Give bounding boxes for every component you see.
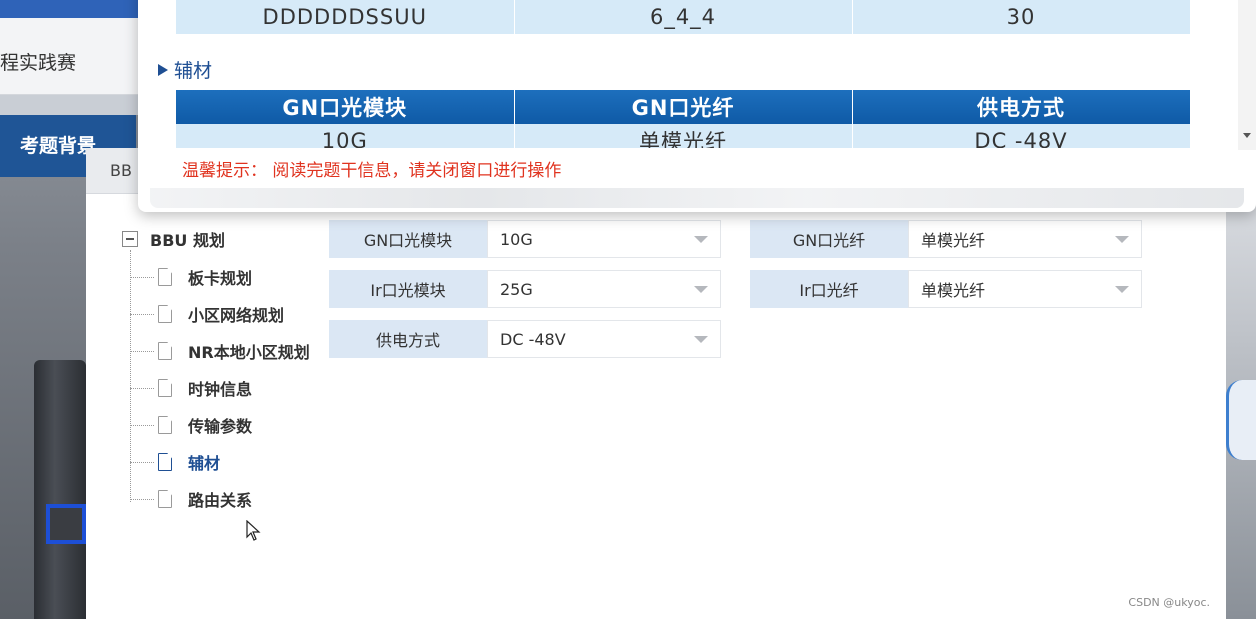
accessories-table: GN口光模块 GN口光纤 供电方式 10G 单模光纤 DC -48V bbox=[176, 90, 1191, 148]
table-cell: DC -48V bbox=[852, 124, 1191, 148]
tree-item-routing[interactable]: 路由关系 bbox=[130, 486, 252, 512]
power-supply-value: DC -48V bbox=[500, 329, 566, 349]
power-supply-label: 供电方式 bbox=[329, 320, 487, 358]
document-icon bbox=[158, 379, 172, 397]
tree-item-accessories[interactable]: 辅材 bbox=[130, 449, 220, 475]
tree-item-label: NR本地小区规划 bbox=[188, 343, 310, 362]
chevron-down-icon bbox=[694, 286, 708, 293]
tree-branch-line bbox=[130, 387, 154, 389]
tree-branch-line bbox=[130, 498, 154, 500]
document-icon bbox=[158, 453, 172, 471]
tree-branch-line bbox=[130, 276, 154, 278]
document-icon bbox=[158, 342, 172, 360]
info-table-previous: DDDDDDSSUU 6_4_4 30 bbox=[176, 0, 1191, 34]
tree-branch-line bbox=[130, 461, 154, 463]
section-title-label: 辅材 bbox=[174, 60, 213, 82]
tree-item-label: 板卡规划 bbox=[188, 269, 253, 288]
tree-item-label: 时钟信息 bbox=[188, 380, 253, 399]
tree-item-board-planning[interactable]: 板卡规划 bbox=[130, 264, 252, 290]
watermark: CSDN @ukyoc. bbox=[1128, 596, 1210, 609]
bbu-config-panel: BB BBU 规划 板卡规划 小区网络规划 NR本地小区规划 时钟信息 传输参数… bbox=[86, 148, 1226, 619]
tree-item-transport-params[interactable]: 传输参数 bbox=[130, 412, 252, 438]
gn-fiber-value: 单模光纤 bbox=[921, 231, 986, 250]
background-title: 程实践赛 bbox=[0, 52, 77, 74]
tree-root-label: BBU 规划 bbox=[150, 231, 225, 250]
gn-fiber-label: GN口光纤 bbox=[750, 220, 908, 258]
ir-module-label: Ir口光模块 bbox=[329, 270, 487, 308]
ir-module-select[interactable]: 25G bbox=[487, 270, 721, 308]
tree-branch-line bbox=[130, 424, 154, 426]
table-header-row: GN口光模块 GN口光纤 供电方式 bbox=[176, 90, 1191, 124]
table-cell: 6_4_4 bbox=[514, 0, 853, 34]
tree-root-bbu[interactable]: BBU 规划 bbox=[122, 228, 225, 250]
ir-fiber-select[interactable]: 单模光纤 bbox=[908, 270, 1142, 308]
tree-branch-line bbox=[130, 350, 154, 352]
highlighted-port-image bbox=[46, 504, 86, 544]
document-icon bbox=[158, 305, 172, 323]
popup-scrollbar[interactable] bbox=[1238, 0, 1256, 150]
popup-content: DDDDDDSSUU 6_4_4 30 辅材 GN口光模块 GN口光纤 供电方式… bbox=[138, 0, 1238, 148]
table-header: 供电方式 bbox=[852, 90, 1191, 124]
power-supply-select[interactable]: DC -48V bbox=[487, 320, 721, 358]
tree-item-label: 路由关系 bbox=[188, 491, 253, 510]
tree-item-nr-local-cell-planning[interactable]: NR本地小区规划 bbox=[130, 338, 310, 364]
scroll-down-icon[interactable] bbox=[1243, 133, 1251, 138]
background-band bbox=[0, 95, 140, 115]
table-cell: 单模光纤 bbox=[514, 124, 853, 148]
gn-fiber-row: GN口光纤 单模光纤 bbox=[750, 220, 1142, 258]
table-header: GN口光模块 bbox=[176, 90, 515, 124]
table-cell: 30 bbox=[852, 0, 1191, 34]
collapse-icon[interactable] bbox=[122, 231, 138, 247]
chevron-down-icon bbox=[1115, 286, 1129, 293]
gn-module-value: 10G bbox=[500, 229, 533, 249]
chevron-down-icon bbox=[1115, 236, 1129, 243]
tree-item-cell-network-planning[interactable]: 小区网络规划 bbox=[130, 301, 284, 327]
chevron-down-icon bbox=[694, 236, 708, 243]
triangle-right-icon bbox=[158, 63, 168, 76]
gn-fiber-select[interactable]: 单模光纤 bbox=[908, 220, 1142, 258]
table-row: 10G 单模光纤 DC -48V bbox=[176, 124, 1191, 148]
document-icon bbox=[158, 490, 172, 508]
ir-fiber-label: Ir口光纤 bbox=[750, 270, 908, 308]
table-cell: 10G bbox=[176, 124, 515, 148]
tree-item-label: 小区网络规划 bbox=[188, 306, 285, 325]
table-header: GN口光纤 bbox=[514, 90, 853, 124]
section-title-accessories: 辅材 bbox=[158, 56, 212, 83]
ir-fiber-row: Ir口光纤 单模光纤 bbox=[750, 270, 1142, 308]
equipment-rack-image bbox=[34, 360, 86, 619]
mouse-cursor-icon bbox=[246, 520, 261, 541]
document-icon bbox=[158, 268, 172, 286]
tree-item-label: 传输参数 bbox=[188, 417, 253, 436]
table-row: DDDDDDSSUU 6_4_4 30 bbox=[176, 0, 1191, 34]
gn-module-row: GN口光模块 10G bbox=[329, 220, 721, 258]
panel-title: BB bbox=[110, 161, 132, 180]
tree-item-label: 辅材 bbox=[188, 454, 221, 473]
assistant-robot-image bbox=[1226, 380, 1256, 460]
ir-fiber-value: 单模光纤 bbox=[921, 281, 986, 300]
power-supply-row: 供电方式 DC -48V bbox=[329, 320, 721, 358]
ir-module-row: Ir口光模块 25G bbox=[329, 270, 721, 308]
popup-bottom-strip bbox=[150, 188, 1244, 208]
document-icon bbox=[158, 416, 172, 434]
background-topbar-strip bbox=[0, 0, 140, 18]
question-info-popup: DDDDDDSSUU 6_4_4 30 辅材 GN口光模块 GN口光纤 供电方式… bbox=[138, 0, 1256, 212]
gn-module-select[interactable]: 10G bbox=[487, 220, 721, 258]
chevron-down-icon bbox=[694, 336, 708, 343]
tree-item-clock-info[interactable]: 时钟信息 bbox=[130, 375, 252, 401]
ir-module-value: 25G bbox=[500, 279, 533, 299]
tree-branch-line bbox=[130, 313, 154, 315]
gn-module-label: GN口光模块 bbox=[329, 220, 487, 258]
table-cell: DDDDDDSSUU bbox=[176, 0, 515, 34]
close-hint-text: 温馨提示： 阅读完题干信息，请关闭窗口进行操作 bbox=[182, 161, 562, 181]
